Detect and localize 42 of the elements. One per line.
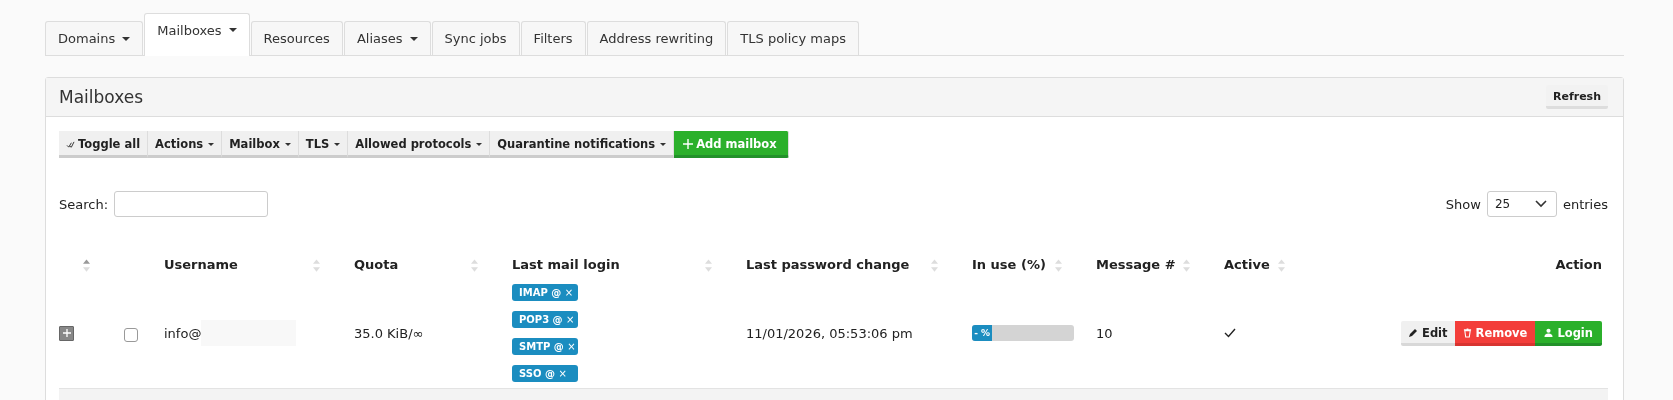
protocol-tag: POP3 @ × xyxy=(512,311,578,328)
nav-tab[interactable]: Domains xyxy=(45,21,144,55)
protocol-tag: IMAP @ × xyxy=(512,284,578,301)
remove-icon[interactable]: × xyxy=(558,368,567,379)
nav-tab[interactable]: Mailboxes xyxy=(144,13,250,56)
nav-tab[interactable]: Aliases xyxy=(343,21,431,55)
toolbar-button[interactable]: Actions xyxy=(148,131,223,158)
toolbar-button[interactable]: Mailbox xyxy=(222,131,299,158)
nav-tab[interactable]: Sync jobs xyxy=(431,21,520,55)
nav-tab[interactable]: TLS policy maps xyxy=(727,21,859,55)
remove-icon[interactable]: × xyxy=(564,287,574,298)
username-cell: info@ xyxy=(164,325,202,341)
protocol-tag: SMTP @ × xyxy=(512,338,578,355)
panel-title: Mailboxes xyxy=(59,87,144,107)
toolbar-button[interactable]: Quarantine notifications xyxy=(490,131,675,158)
remove-icon[interactable]: × xyxy=(566,314,575,325)
quota-cell: 35.0 KiB/∞ xyxy=(354,325,424,341)
column-header[interactable]: Active xyxy=(1224,257,1270,272)
search-label: Search: xyxy=(59,196,109,212)
action-button[interactable]: Edit xyxy=(1401,320,1455,346)
show-label: Show xyxy=(1445,196,1481,212)
column-header[interactable]: Action xyxy=(1555,257,1602,272)
usage-fill: - % xyxy=(972,325,993,341)
nav-tab[interactable]: Filters xyxy=(520,21,586,55)
nav-tab[interactable]: Resources xyxy=(250,21,343,55)
protocol-tag: SSO @ × xyxy=(512,365,578,382)
message-count: 10 xyxy=(1096,325,1113,341)
entries-label: entries xyxy=(1562,196,1608,212)
action-button[interactable]: Remove xyxy=(1454,320,1536,346)
column-header[interactable]: Last password change xyxy=(746,257,910,272)
nav-tab[interactable]: Address rewriting xyxy=(586,21,727,55)
column-header[interactable]: Message # xyxy=(1096,257,1176,272)
remove-icon[interactable]: × xyxy=(567,341,576,352)
column-header[interactable]: Quota xyxy=(354,257,399,272)
toolbar-button[interactable]: Toggle all xyxy=(59,131,149,158)
column-header[interactable]: Username xyxy=(164,257,238,272)
toolbar-button[interactable]: Allowed protocols xyxy=(348,131,491,158)
column-header[interactable]: In use (%) xyxy=(972,257,1046,272)
date-cell: 11/01/2026, 05:53:06 pm xyxy=(746,325,913,341)
toolbar-button[interactable]: TLS xyxy=(298,131,349,158)
entries-select[interactable]: 25 xyxy=(1486,191,1557,217)
column-header[interactable]: Last mail login xyxy=(512,257,620,272)
